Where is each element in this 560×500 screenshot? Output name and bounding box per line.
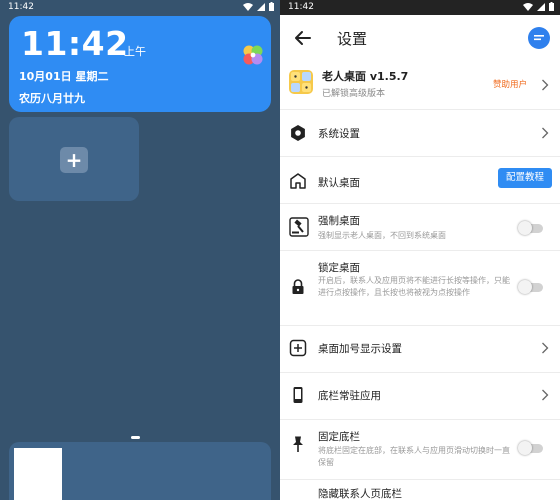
dock bbox=[9, 442, 271, 500]
chevron-right-icon bbox=[542, 389, 549, 401]
settings-item-label: 固定底栏 bbox=[318, 431, 360, 443]
chevron-right-icon bbox=[542, 127, 549, 139]
chat-bubble-icon[interactable] bbox=[528, 27, 550, 49]
settings-item-label: 隐藏联系人页底栏 bbox=[318, 488, 402, 500]
wifi-icon bbox=[243, 2, 253, 11]
gavel-icon bbox=[289, 217, 309, 237]
flower-icon[interactable] bbox=[242, 44, 264, 66]
chevron-right-icon bbox=[542, 342, 549, 354]
settings-item-default-launcher[interactable]: 默认桌面 配置教程 bbox=[280, 156, 560, 203]
clock-time: 11:42 bbox=[21, 24, 129, 63]
clock-lunar-date: 农历八月廿九 bbox=[19, 92, 85, 105]
app-info-row[interactable]: 老人桌面 v1.5.7 已解锁高级版本 赞助用户 bbox=[280, 61, 560, 109]
dock-app-slot[interactable] bbox=[14, 448, 62, 500]
settings-item-label: 锁定桌面 bbox=[318, 262, 360, 274]
lock-icon bbox=[292, 279, 304, 294]
app-name: 老人桌面 v1.5.7 bbox=[322, 70, 409, 83]
page-indicator bbox=[131, 436, 140, 439]
settings-item-pin-dock[interactable]: 固定底栏 将底栏固定在底部，在联系人与应用页滑动切换时一直保留 bbox=[280, 419, 560, 479]
app-bar: 设置 bbox=[280, 15, 560, 61]
pin-dock-toggle[interactable] bbox=[518, 441, 544, 455]
settings-item-label: 底栏常驻应用 bbox=[318, 390, 381, 402]
page-title: 设置 bbox=[337, 30, 368, 48]
wifi-icon bbox=[523, 2, 533, 11]
settings-item-hide-contacts-dock[interactable]: 隐藏联系人页底栏 bbox=[280, 479, 560, 500]
status-time: 11:42 bbox=[8, 2, 34, 12]
settings-item-label: 默认桌面 bbox=[318, 177, 360, 189]
pin-icon bbox=[293, 436, 303, 452]
signal-icon bbox=[537, 2, 545, 11]
settings-item-label: 系统设置 bbox=[318, 128, 360, 140]
gear-icon bbox=[291, 125, 305, 141]
clock-widget[interactable]: 11:42 上午 10月01日 星期二 农历八月廿九 bbox=[9, 16, 271, 112]
app-license-status: 已解锁高级版本 bbox=[322, 89, 386, 99]
add-box-icon bbox=[289, 339, 307, 357]
clock-date: 10月01日 星期二 bbox=[19, 70, 109, 83]
add-contact-tile[interactable]: + bbox=[9, 117, 139, 201]
battery-icon bbox=[269, 2, 274, 11]
force-launcher-toggle[interactable] bbox=[518, 221, 544, 235]
clock-ampm: 上午 bbox=[124, 45, 146, 58]
status-time: 11:42 bbox=[288, 2, 314, 12]
chevron-right-icon bbox=[542, 79, 549, 91]
settings-item-lock-launcher[interactable]: 锁定桌面 开启后，联系人及应用页将不能进行长按等操作，只能进行点按操作，且长按也… bbox=[280, 250, 560, 325]
settings-item-system[interactable]: 系统设置 bbox=[280, 109, 560, 156]
settings-item-plus-button[interactable]: 桌面加号显示设置 bbox=[280, 325, 560, 372]
add-button[interactable]: + bbox=[60, 147, 88, 173]
settings-screen: 11:42 设置 老人桌面 v1.5.7 已解锁高级版本 赞助用户 系统设置 默… bbox=[280, 0, 560, 500]
status-bar: 11:42 bbox=[0, 0, 280, 15]
config-tutorial-button[interactable]: 配置教程 bbox=[498, 168, 552, 188]
battery-icon bbox=[549, 2, 554, 11]
home-icon bbox=[290, 173, 306, 189]
settings-item-label: 桌面加号显示设置 bbox=[318, 343, 402, 355]
back-arrow-icon[interactable] bbox=[292, 27, 314, 49]
signal-icon bbox=[257, 2, 265, 11]
status-bar: 11:42 bbox=[280, 0, 560, 15]
lock-launcher-toggle[interactable] bbox=[518, 280, 544, 294]
settings-item-force-launcher[interactable]: 强制桌面 强制显示老人桌面，不回到系统桌面 bbox=[280, 203, 560, 250]
settings-item-label: 强制桌面 bbox=[318, 215, 360, 227]
launcher-screen: 11:42 11:42 上午 10月01日 星期二 农历八月廿九 + bbox=[0, 0, 280, 500]
vip-badge: 赞助用户 bbox=[493, 80, 528, 90]
settings-item-description: 将底栏固定在底部，在联系人与应用页滑动切换时一直保留 bbox=[318, 446, 510, 467]
app-logo-icon bbox=[289, 70, 313, 94]
settings-item-description: 强制显示老人桌面，不回到系统桌面 bbox=[318, 231, 446, 240]
settings-item-dock-apps[interactable]: 底栏常驻应用 bbox=[280, 372, 560, 419]
settings-item-description: 开启后，联系人及应用页将不能进行长按等操作，只能进行点按操作，且长按也将被视为点… bbox=[318, 276, 510, 297]
phone-icon bbox=[293, 387, 303, 403]
